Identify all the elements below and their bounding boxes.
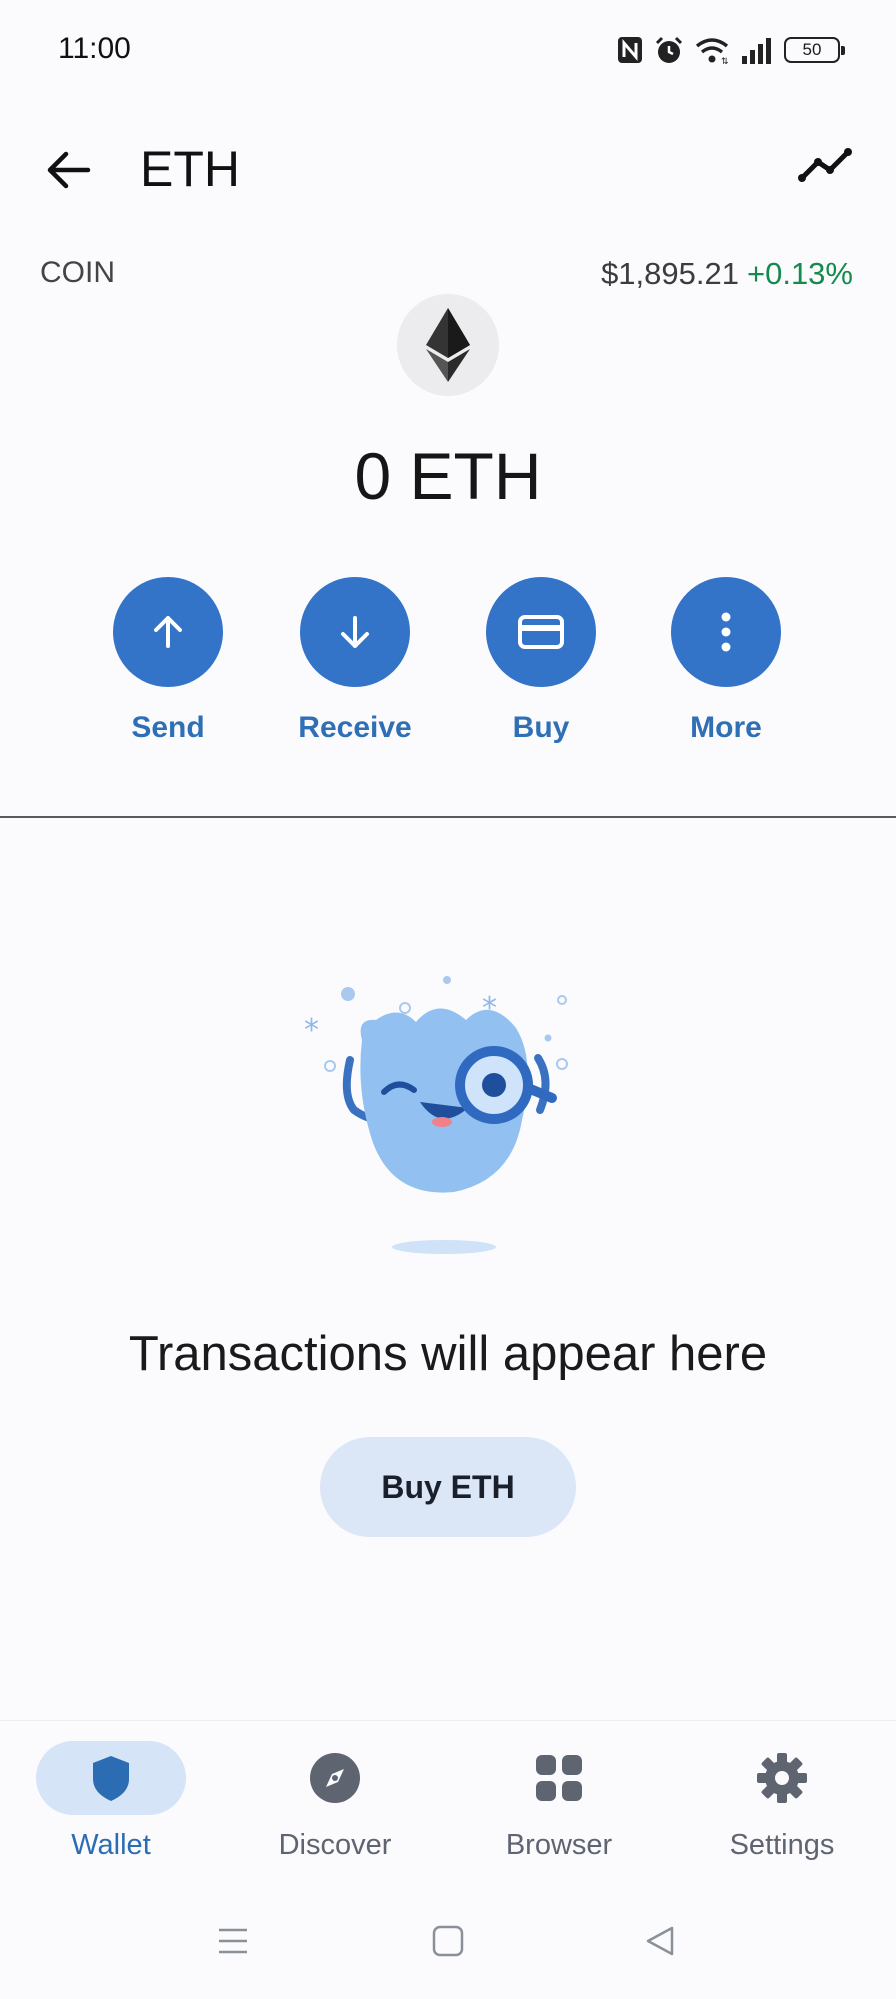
coin-price: $1,895.21 <box>601 256 739 291</box>
section-divider <box>0 816 896 818</box>
send-button[interactable]: Send <box>88 577 248 745</box>
back-button[interactable] <box>40 140 100 200</box>
receive-button-circle[interactable] <box>300 577 410 687</box>
system-navigation-bar <box>0 1900 896 1999</box>
arrow-down-icon <box>341 616 369 648</box>
price-change: +0.13% <box>746 256 853 291</box>
bottom-navigation: Wallet Discover Browser Settings <box>0 1720 896 1870</box>
send-label: Send <box>131 711 205 744</box>
nav-item-discover[interactable]: Discover <box>235 1741 435 1862</box>
price-info: $1,895.21 +0.13% <box>601 256 853 292</box>
empty-state-message: Transactions will appear here <box>128 1327 768 1381</box>
coin-balance: 0 ETH <box>354 439 542 513</box>
page-title: ETH <box>140 141 240 197</box>
buy-eth-button[interactable]: Buy ETH <box>320 1437 576 1537</box>
svg-text:⇅: ⇅ <box>721 56 729 65</box>
card-icon <box>518 615 564 649</box>
battery-level: 50 <box>802 40 822 59</box>
nav-label-settings: Settings <box>729 1829 835 1861</box>
nav-item-wallet[interactable]: Wallet <box>11 1741 211 1862</box>
back-triangle-icon[interactable] <box>643 1924 677 1958</box>
nav-label-discover: Discover <box>278 1829 392 1861</box>
nav-item-settings[interactable]: Settings <box>682 1741 882 1862</box>
nav-label-browser: Browser <box>505 1829 613 1861</box>
more-vertical-icon <box>721 612 731 652</box>
status-icons: ⇅ 50 <box>616 30 845 70</box>
more-label: More <box>690 711 762 744</box>
price-chart-button[interactable] <box>790 140 860 190</box>
more-button-circle[interactable] <box>671 577 781 687</box>
nav-settings-icon-pill[interactable] <box>707 1741 857 1815</box>
recent-apps-icon[interactable] <box>216 1924 250 1958</box>
grid-icon <box>536 1755 582 1801</box>
buy-label: Buy <box>512 711 570 744</box>
status-time: 11:00 <box>58 32 131 65</box>
buy-button-circle[interactable] <box>486 577 596 687</box>
more-button[interactable]: More <box>646 577 806 745</box>
nav-browser-icon-pill[interactable] <box>484 1741 634 1815</box>
arrow-up-icon <box>154 616 182 648</box>
nav-label-wallet: Wallet <box>71 1829 151 1861</box>
coin-type-label: COIN <box>40 256 115 289</box>
compass-icon <box>310 1753 360 1803</box>
trend-line-icon <box>798 148 852 182</box>
shield-icon <box>93 1756 129 1801</box>
alarm-icon <box>655 36 683 63</box>
home-icon[interactable] <box>431 1924 465 1958</box>
receive-button[interactable]: Receive <box>275 577 435 745</box>
svg-text:*: * <box>304 1013 319 1048</box>
signal-icon <box>742 38 771 64</box>
empty-state-mascot-illustration: * * <box>304 976 568 1254</box>
arrow-left-icon <box>47 151 91 189</box>
send-button-circle[interactable] <box>113 577 223 687</box>
nfc-icon <box>618 37 642 63</box>
ethereum-logo <box>397 294 499 396</box>
nav-item-browser[interactable]: Browser <box>459 1741 659 1862</box>
receive-label: Receive <box>298 711 412 744</box>
nav-wallet-icon-pill[interactable] <box>36 1741 186 1815</box>
wifi-icon: ⇅ <box>695 38 729 65</box>
nav-discover-icon-pill[interactable] <box>260 1741 410 1815</box>
ethereum-icon <box>426 308 470 382</box>
battery-icon: 50 <box>784 37 845 63</box>
gear-icon <box>757 1753 807 1803</box>
buy-button[interactable]: Buy <box>461 577 621 745</box>
